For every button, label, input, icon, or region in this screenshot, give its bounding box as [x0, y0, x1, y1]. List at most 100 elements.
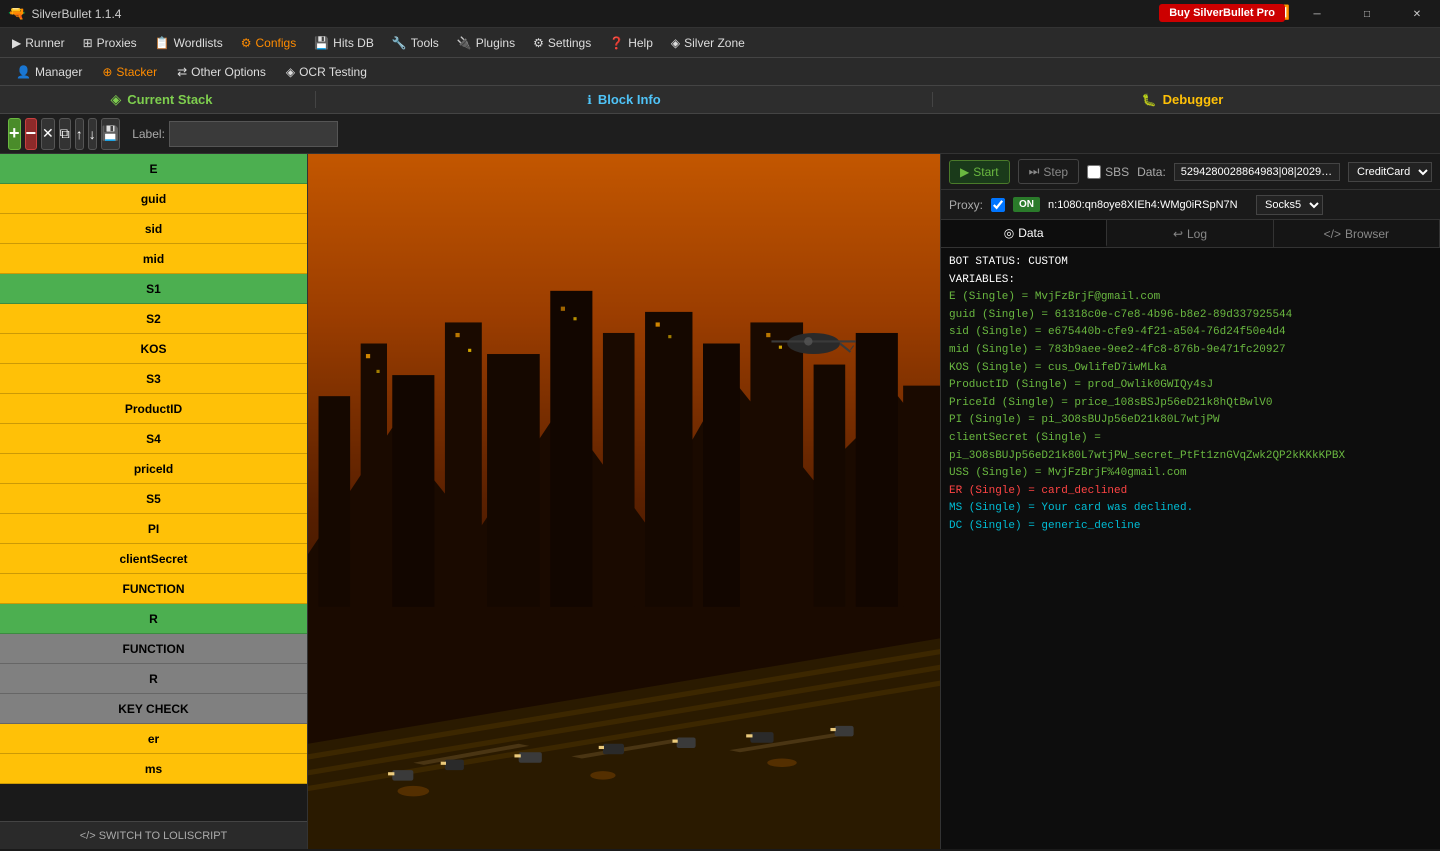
step-button[interactable]: ⏭ Step: [1018, 159, 1080, 184]
switch-to-loliscript-button[interactable]: </> SWITCH TO LOLISCRIPT: [0, 821, 307, 849]
hitsdb-icon: 💾: [314, 36, 329, 50]
type-select[interactable]: CreditCard: [1348, 162, 1432, 182]
block-item[interactable]: R: [0, 604, 307, 634]
manager-label: Manager: [35, 65, 82, 79]
center-panel: [308, 154, 940, 849]
log-tab-label: Log: [1187, 227, 1207, 241]
browser-tab-icon: </>: [1324, 227, 1341, 241]
right-tabs: ◎ Data ↩ Log </> Browser: [941, 220, 1440, 248]
proxy-on-badge: ON: [1013, 197, 1040, 212]
log-line: PriceId (Single) = price_108sBSJp56eD21k…: [949, 395, 1432, 413]
label-input[interactable]: [169, 121, 338, 147]
submenu-stacker[interactable]: ⊕ Stacker: [94, 62, 165, 82]
menu-wordlists[interactable]: 📋 Wordlists: [147, 32, 231, 54]
block-item[interactable]: S3: [0, 364, 307, 394]
menu-plugins[interactable]: 🔌 Plugins: [449, 32, 523, 54]
close-block-button[interactable]: ✕: [41, 118, 55, 150]
block-item[interactable]: FUNCTION: [0, 574, 307, 604]
save-button[interactable]: 💾: [101, 118, 120, 150]
move-down-button[interactable]: ↓: [88, 118, 97, 150]
close-button[interactable]: ✕: [1394, 0, 1440, 28]
block-item[interactable]: PI: [0, 514, 307, 544]
block-item[interactable]: R: [0, 664, 307, 694]
proxies-label: Proxies: [97, 36, 137, 50]
block-item[interactable]: E: [0, 154, 307, 184]
plugins-icon: 🔌: [457, 36, 472, 50]
debugger-icon: 🐛: [1142, 93, 1157, 107]
current-stack-label: Current Stack: [127, 92, 212, 107]
sbs-checkbox[interactable]: [1087, 165, 1101, 179]
block-item[interactable]: guid: [0, 184, 307, 214]
menu-configs[interactable]: ⚙ Configs: [233, 32, 304, 54]
block-info-label: Block Info: [598, 92, 661, 107]
sbs-label: SBS: [1105, 165, 1129, 179]
block-item[interactable]: S4: [0, 424, 307, 454]
configs-label: Configs: [256, 36, 297, 50]
log-line: ER (Single) = card_declined: [949, 483, 1432, 501]
silverzone-icon: ◈: [671, 36, 680, 50]
submenu-ocr-testing[interactable]: ◈ OCR Testing: [278, 62, 375, 82]
log-line: BOT STATUS: CUSTOM: [949, 254, 1432, 272]
stack-icon: ◈: [110, 91, 121, 108]
stacker-label: Stacker: [116, 65, 157, 79]
block-item[interactable]: clientSecret: [0, 544, 307, 574]
city-background: [308, 154, 940, 849]
remove-block-button[interactable]: −: [25, 118, 38, 150]
control-row: ▶ Start ⏭ Step SBS Data: 529428002886498…: [941, 154, 1440, 190]
proxy-label: Proxy:: [949, 198, 983, 212]
block-item[interactable]: ProductID: [0, 394, 307, 424]
tab-data[interactable]: ◎ Data: [941, 220, 1107, 247]
maximize-button[interactable]: □: [1344, 0, 1390, 28]
proxy-type-select[interactable]: Socks5: [1256, 195, 1323, 215]
block-list: EguidsidmidS1S2KOSS3ProductIDS4priceIdS5…: [0, 154, 307, 821]
menu-settings[interactable]: ⚙ Settings: [525, 32, 599, 54]
block-item[interactable]: S1: [0, 274, 307, 304]
step-icon: ⏭: [1029, 164, 1040, 179]
block-item[interactable]: er: [0, 724, 307, 754]
stack-header-row: ◈ Current Stack ℹ Block Info 🐛 Debugger: [0, 86, 1440, 114]
right-panel: ▶ Start ⏭ Step SBS Data: 529428002886498…: [940, 154, 1440, 849]
block-item[interactable]: KOS: [0, 334, 307, 364]
block-item[interactable]: KEY CHECK: [0, 694, 307, 724]
menu-help[interactable]: ❓ Help: [601, 32, 661, 54]
minimize-button[interactable]: ─: [1294, 0, 1340, 28]
proxy-value: n:1080:qn8oye8XIEh4:WMg0iRSpN7N: [1048, 199, 1248, 211]
tools-label: Tools: [411, 36, 439, 50]
menu-proxies[interactable]: ⊞ Proxies: [75, 32, 145, 54]
main-content: EguidsidmidS1S2KOSS3ProductIDS4priceIdS5…: [0, 154, 1440, 849]
block-item[interactable]: mid: [0, 244, 307, 274]
move-up-button[interactable]: ↑: [75, 118, 84, 150]
settings-label: Settings: [548, 36, 591, 50]
proxy-checkbox[interactable]: [991, 198, 1005, 212]
tab-browser[interactable]: </> Browser: [1274, 220, 1440, 247]
menu-silverzone[interactable]: ◈ Silver Zone: [663, 32, 753, 54]
tab-log[interactable]: ↩ Log: [1107, 220, 1273, 247]
block-item[interactable]: S5: [0, 484, 307, 514]
block-item[interactable]: FUNCTION: [0, 634, 307, 664]
data-tab-icon: ◎: [1004, 226, 1014, 240]
window-controls: ─ □ ✕: [1294, 0, 1440, 28]
menu-runner[interactable]: ▶ Runner: [4, 32, 73, 54]
block-item[interactable]: sid: [0, 214, 307, 244]
buy-button[interactable]: Buy SilverBullet Pro: [1159, 4, 1285, 22]
manager-icon: 👤: [16, 65, 31, 79]
block-item[interactable]: priceId: [0, 454, 307, 484]
copy-block-button[interactable]: ⧉: [59, 118, 71, 150]
browser-tab-label: Browser: [1345, 227, 1389, 241]
menu-hitsdb[interactable]: 💾 Hits DB: [306, 32, 382, 54]
add-block-button[interactable]: +: [8, 118, 21, 150]
block-item[interactable]: S2: [0, 304, 307, 334]
log-line: KOS (Single) = cus_OwlifeD7iwMLka: [949, 360, 1432, 378]
other-options-label: Other Options: [191, 65, 266, 79]
log-area: BOT STATUS: CUSTOMVARIABLES:E (Single) =…: [941, 248, 1440, 849]
play-icon: ▶: [960, 165, 969, 179]
ocr-label: OCR Testing: [299, 65, 367, 79]
block-item[interactable]: ms: [0, 754, 307, 784]
submenu-manager[interactable]: 👤 Manager: [8, 62, 90, 82]
menu-tools[interactable]: 🔧 Tools: [384, 32, 447, 54]
log-tab-icon: ↩: [1173, 227, 1183, 241]
start-button[interactable]: ▶ Start: [949, 160, 1010, 184]
proxy-row: Proxy: ON n:1080:qn8oye8XIEh4:WMg0iRSpN7…: [941, 190, 1440, 220]
submenu-other-options[interactable]: ⇄ Other Options: [169, 62, 274, 82]
label-text: Label:: [132, 127, 165, 141]
